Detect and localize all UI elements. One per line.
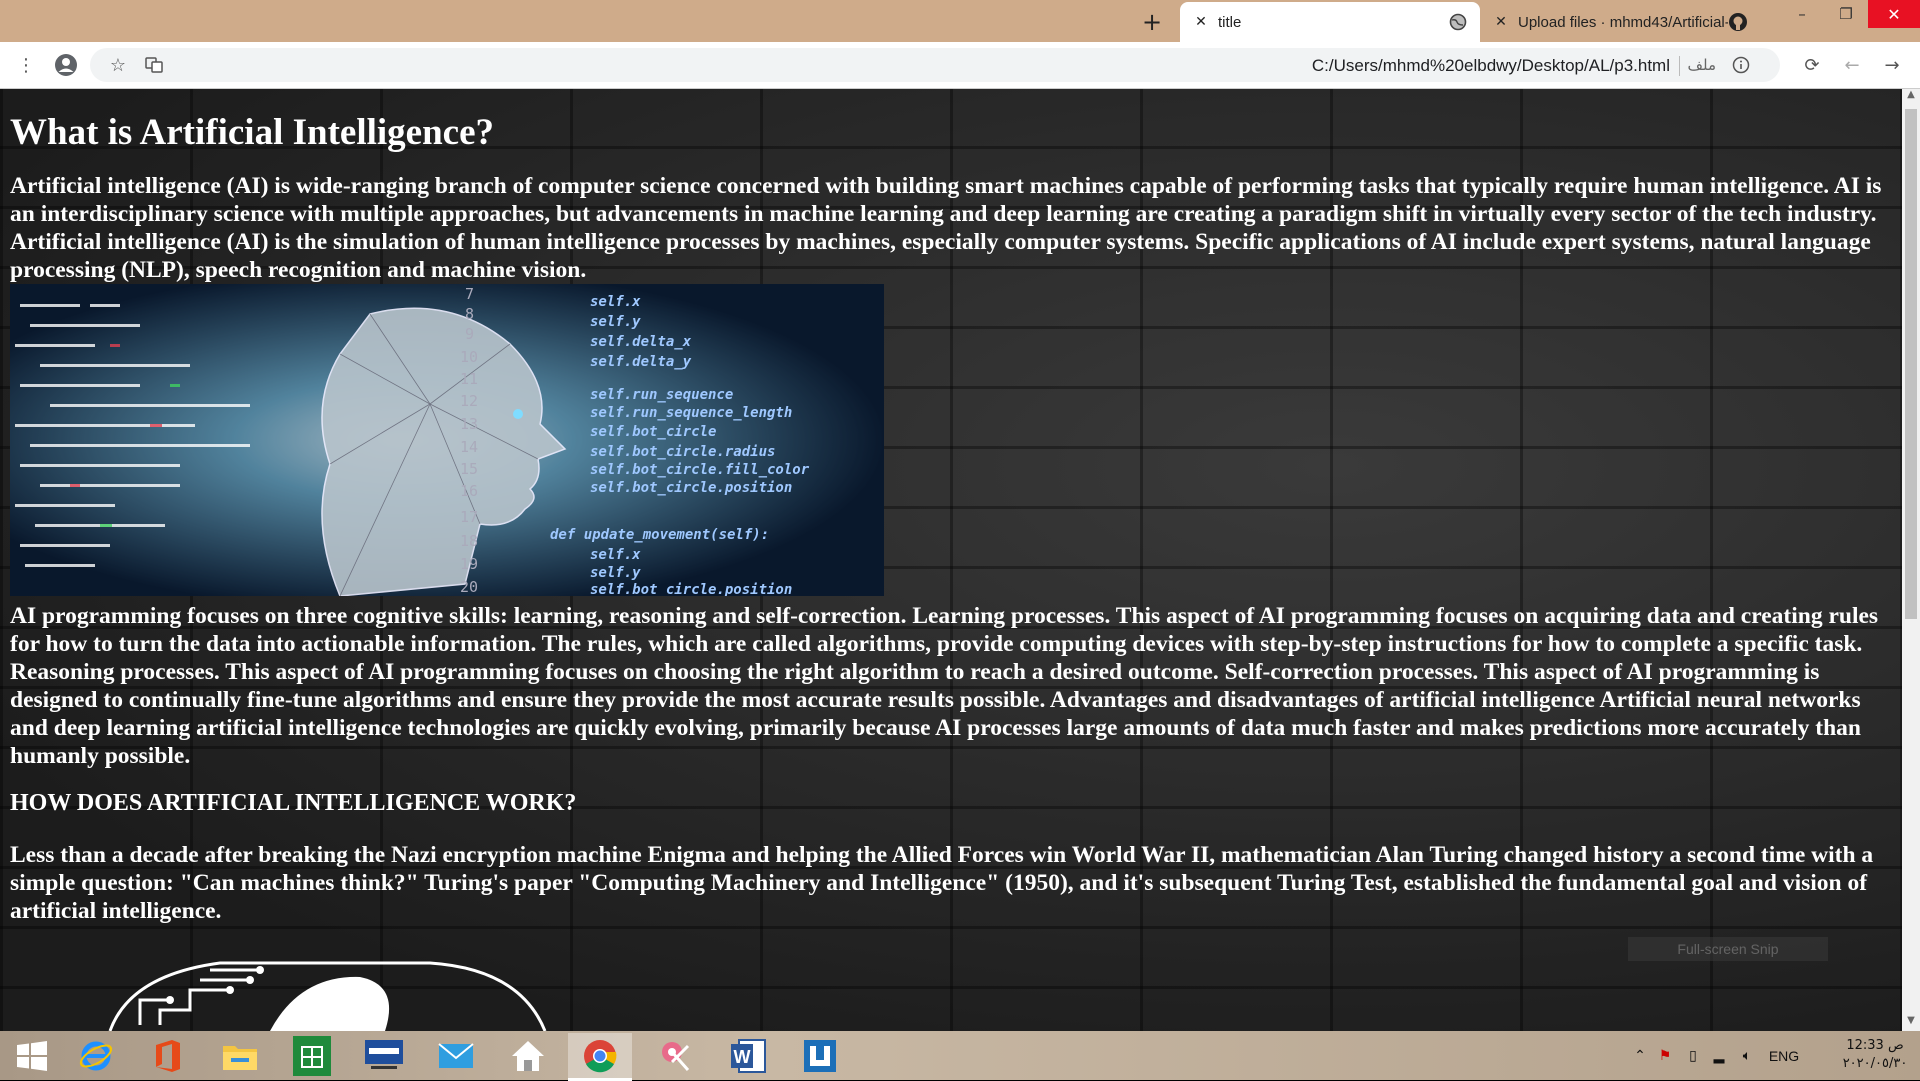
- svg-text:self.bot_circle.fill_color: self.bot_circle.fill_color: [590, 462, 810, 478]
- tab-close-icon[interactable]: ✕: [1192, 14, 1210, 30]
- close-window-button[interactable]: ✕: [1868, 0, 1920, 28]
- svg-text:11: 11: [460, 370, 478, 388]
- svg-text:13: 13: [460, 415, 478, 433]
- vertical-scrollbar[interactable]: ▲ ▼: [1902, 89, 1920, 1031]
- home-icon[interactable]: [496, 1033, 560, 1078]
- svg-text:self.y: self.y: [590, 314, 641, 330]
- scroll-thumb[interactable]: [1905, 109, 1917, 619]
- tab-label: Upload files · mhmd43/Artificial-: [1518, 13, 1728, 31]
- svg-text:16: 16: [460, 482, 478, 500]
- page-heading: What is Artificial Intelligence?: [10, 112, 495, 153]
- history-paragraph: Less than a decade after breaking the Na…: [10, 842, 1874, 924]
- svg-text:19: 19: [460, 555, 478, 573]
- volume-icon[interactable]: 🔈︎: [1732, 1047, 1762, 1064]
- browser-toolbar: ⋮ ☆ C:/Users/mhmd%20elbdwy/Desktop/AL/p3…: [0, 42, 1920, 89]
- menu-kebab-icon[interactable]: ⋮: [12, 51, 40, 79]
- tab-title[interactable]: ✕ title: [1180, 2, 1480, 42]
- windows-taskbar: W ⌃ ⚑ ▯ ▂ 🔈︎ ENG 12:33 ص ٢٠٢٠/٠٥/٣٠: [0, 1031, 1920, 1081]
- page-viewport: What is Artificial Intelligence? Artific…: [0, 89, 1902, 1031]
- svg-text:18: 18: [460, 532, 478, 550]
- system-clock[interactable]: 12:33 ص ٢٠٢٠/٠٥/٣٠: [1830, 1037, 1920, 1073]
- programming-paragraph: AI programming focuses on three cognitiv…: [10, 603, 1879, 769]
- svg-text:self.delta_x: self.delta_x: [590, 334, 692, 350]
- mail-icon[interactable]: [424, 1033, 488, 1078]
- svg-text:W: W: [734, 1047, 751, 1067]
- tab-upload-files[interactable]: ✕ Upload files · mhmd43/Artificial-: [1480, 2, 1760, 42]
- bookmark-star-icon[interactable]: ☆: [104, 51, 132, 79]
- internet-explorer-icon[interactable]: [64, 1033, 128, 1078]
- chrome-icon[interactable]: [568, 1033, 632, 1081]
- minimize-button[interactable]: –: [1780, 0, 1824, 28]
- maximize-button[interactable]: ❐: [1824, 0, 1868, 28]
- github-icon: [1728, 12, 1748, 32]
- omnibox-divider: [1679, 56, 1680, 76]
- svg-text:10: 10: [460, 348, 478, 366]
- svg-text:17: 17: [460, 508, 478, 526]
- file-explorer-icon[interactable]: [208, 1033, 272, 1078]
- network-icon[interactable]: ▂: [1706, 1047, 1732, 1064]
- system-tray: ⌃ ⚑ ▯ ▂ 🔈︎ ENG: [1630, 1031, 1806, 1080]
- clock-time: 12:33 ص: [1846, 1038, 1904, 1053]
- tab-strip: + ✕ title ✕ Upload files · mhmd43/Artifi…: [0, 0, 1920, 42]
- snipping-tool-icon[interactable]: [644, 1033, 708, 1078]
- svg-text:8: 8: [465, 305, 474, 323]
- tab-label: title: [1218, 13, 1242, 31]
- back-arrow-icon[interactable]: ←: [1838, 51, 1866, 79]
- fullscreen-snip-tip: Full-screen Snip: [1628, 937, 1828, 961]
- svg-text:15: 15: [460, 460, 478, 478]
- svg-text:self.bot_circle: self.bot_circle: [590, 424, 716, 440]
- svg-text:self.run_sequence_length: self.run_sequence_length: [590, 405, 792, 421]
- svg-text:def update_movement(self):: def update_movement(self):: [550, 527, 769, 543]
- svg-text:self.y: self.y: [590, 565, 641, 581]
- start-icon[interactable]: [0, 1033, 64, 1078]
- translate-icon[interactable]: [140, 51, 168, 79]
- scroll-up-arrow[interactable]: ▲: [1902, 89, 1920, 105]
- svg-text:self.delta_y: self.delta_y: [590, 354, 692, 370]
- app-icon[interactable]: [788, 1033, 852, 1078]
- section-heading: HOW DOES ARTIFICIAL INTELLIGENCE WORK?: [10, 790, 577, 816]
- svg-text:14: 14: [460, 438, 478, 456]
- clock-date: ٢٠٢٠/٠٥/٣٠: [1842, 1056, 1908, 1071]
- profile-icon[interactable]: [52, 51, 80, 79]
- globe-icon: [1448, 12, 1468, 32]
- svg-text:self.bot_circle.radius: self.bot_circle.radius: [590, 444, 775, 460]
- svg-text:self.run_sequence: self.run_sequence: [590, 387, 733, 403]
- url-text[interactable]: C:/Users/mhmd%20elbdwy/Desktop/AL/p3.htm…: [1312, 56, 1670, 76]
- new-tab-button[interactable]: +: [1138, 8, 1166, 36]
- svg-text:7: 7: [465, 285, 474, 303]
- file-chip-label: ملف: [1687, 56, 1716, 74]
- word-icon[interactable]: W: [716, 1033, 780, 1078]
- info-icon[interactable]: [1730, 54, 1752, 76]
- store-icon[interactable]: [280, 1033, 344, 1078]
- action-center-flag-icon[interactable]: ⚑: [1650, 1047, 1680, 1064]
- svg-text:self.bot_circle.position: self.bot_circle.position: [590, 582, 792, 596]
- omnibox[interactable]: ☆ C:/Users/mhmd%20elbdwy/Desktop/AL/p3.h…: [90, 48, 1780, 82]
- svg-text:self.x: self.x: [590, 547, 641, 563]
- scroll-down-arrow[interactable]: ▼: [1902, 1015, 1920, 1031]
- intro-paragraph: Artificial intelligence (AI) is wide-ran…: [10, 173, 1882, 283]
- tab-close-icon[interactable]: ✕: [1492, 14, 1510, 30]
- office-icon[interactable]: [136, 1033, 200, 1078]
- lenovo-icon[interactable]: [352, 1033, 416, 1078]
- ai-face-image: 7 8 9 10 11 12 13 14 15 16 17 18 19 20 self.x sel…: [10, 284, 884, 596]
- svg-text:20: 20: [460, 578, 478, 596]
- forward-arrow-icon[interactable]: →: [1878, 51, 1906, 79]
- page-content: What is Artificial Intelligence? Artific…: [10, 89, 1890, 925]
- show-hidden-icons-chevron-icon[interactable]: ⌃: [1630, 1047, 1650, 1064]
- svg-text:self.x: self.x: [590, 294, 641, 310]
- svg-text:12: 12: [460, 392, 478, 410]
- svg-text:self.bot_circle.position: self.bot_circle.position: [590, 480, 792, 496]
- input-language[interactable]: ENG: [1762, 1048, 1806, 1064]
- battery-icon[interactable]: ▯: [1680, 1047, 1706, 1064]
- reload-icon[interactable]: ⟳: [1798, 51, 1826, 79]
- svg-text:9: 9: [465, 325, 474, 343]
